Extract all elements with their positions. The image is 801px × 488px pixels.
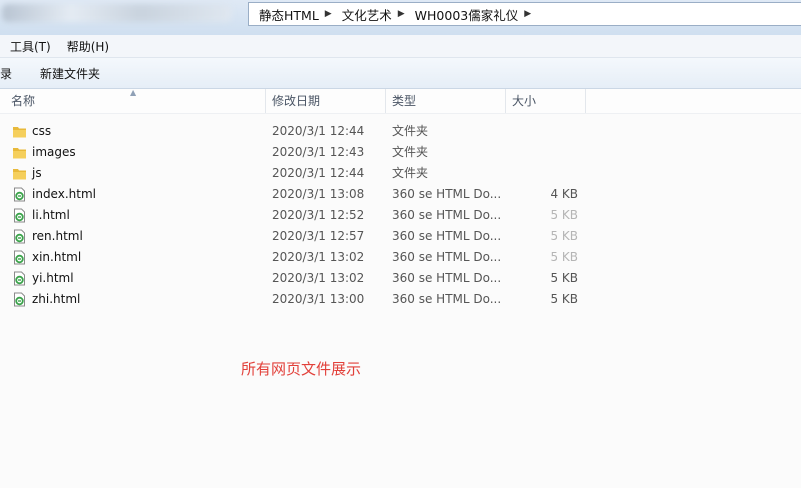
menu-tools[interactable]: 工具(T) [10,38,51,55]
file-size: 5 KB [550,271,578,285]
file-date: 2020/3/1 13:02 [272,271,365,285]
column-divider[interactable] [265,89,266,113]
html-file-icon [14,250,25,265]
file-row[interactable]: images 2020/3/1 12:43 文件夹 [0,142,801,163]
breadcrumb-item[interactable]: 文化艺术 [342,5,392,24]
file-type: 文件夹 [392,145,429,159]
caption-text: 所有网页文件展示 [241,360,362,378]
file-size: 5 KB [550,250,578,264]
file-name: index.html [32,187,96,201]
file-row[interactable]: zhi.html 2020/3/1 13:00 360 se HTML Do..… [0,289,801,310]
file-row[interactable]: js 2020/3/1 12:44 文件夹 [0,163,801,184]
file-type: 360 se HTML Do... [392,250,502,264]
file-row[interactable]: li.html 2020/3/1 12:52 360 se HTML Do...… [0,205,801,226]
column-divider[interactable] [585,89,586,113]
column-header-name[interactable]: 名称 [11,89,35,113]
file-name: js [32,166,42,180]
file-name: yi.html [32,271,74,285]
file-size: 5 KB [550,229,578,243]
folder-icon [13,127,26,138]
title-bar: 静态HTML ▶ 文化艺术 ▶ WH0003儒家礼仪 ▶ [0,0,801,35]
toolbar-partial-button[interactable]: 录 [0,65,12,82]
file-size: 5 KB [550,292,578,306]
column-divider[interactable] [505,89,506,113]
column-header-modified[interactable]: 修改日期 [272,89,320,113]
folder-icon [13,148,26,159]
folder-icon [13,169,26,180]
file-row[interactable]: xin.html 2020/3/1 13:02 360 se HTML Do..… [0,247,801,268]
breadcrumb-item[interactable]: WH0003儒家礼仪 [415,5,519,24]
file-name: css [32,124,52,138]
toolbar: 录 新建文件夹 [0,58,801,89]
file-name: images [32,145,76,159]
file-type: 文件夹 [392,124,429,138]
file-name: li.html [32,208,70,222]
html-file-icon [14,292,25,307]
address-bar[interactable]: 静态HTML ▶ 文化艺术 ▶ WH0003儒家礼仪 ▶ [248,2,801,26]
file-type: 360 se HTML Do... [392,208,502,222]
breadcrumb-chevron-icon[interactable]: ▶ [524,9,531,19]
file-row[interactable]: ren.html 2020/3/1 12:57 360 se HTML Do..… [0,226,801,247]
column-header-type[interactable]: 类型 [392,89,416,113]
html-file-icon [14,229,25,244]
file-date: 2020/3/1 12:44 [272,166,365,180]
menu-help[interactable]: 帮助(H) [67,38,109,55]
file-size: 5 KB [550,208,578,222]
column-header-size[interactable]: 大小 [512,89,536,113]
new-folder-button[interactable]: 新建文件夹 [40,65,100,82]
blurred-title [2,4,232,22]
column-headers: ▲ 名称 修改日期 类型 大小 [0,88,801,114]
file-name: ren.html [32,229,83,243]
file-date: 2020/3/1 13:02 [272,250,365,264]
file-date: 2020/3/1 13:00 [272,292,365,306]
breadcrumb-chevron-icon[interactable]: ▶ [398,9,405,19]
file-type: 360 se HTML Do... [392,271,502,285]
file-row[interactable]: yi.html 2020/3/1 13:02 360 se HTML Do...… [0,268,801,289]
file-type: 360 se HTML Do... [392,187,502,201]
html-file-icon [14,271,25,286]
file-name: zhi.html [32,292,81,306]
menu-bar: 工具(T) 帮助(H) [0,35,801,58]
file-name: xin.html [32,250,82,264]
file-row[interactable]: css 2020/3/1 12:44 文件夹 [0,121,801,142]
file-date: 2020/3/1 12:57 [272,229,365,243]
file-date: 2020/3/1 12:44 [272,124,365,138]
file-row[interactable]: index.html 2020/3/1 13:08 360 se HTML Do… [0,184,801,205]
breadcrumb-chevron-icon[interactable]: ▶ [325,9,332,19]
file-type: 文件夹 [392,166,429,180]
file-date: 2020/3/1 12:43 [272,145,365,159]
file-date: 2020/3/1 13:08 [272,187,365,201]
html-file-icon [14,187,25,202]
file-type: 360 se HTML Do... [392,292,502,306]
html-file-icon [14,208,25,223]
sort-up-icon: ▲ [130,88,137,97]
file-date: 2020/3/1 12:52 [272,208,365,222]
file-type: 360 se HTML Do... [392,229,502,243]
file-size: 4 KB [550,187,578,201]
breadcrumb-item[interactable]: 静态HTML [259,5,319,24]
column-divider[interactable] [385,89,386,113]
